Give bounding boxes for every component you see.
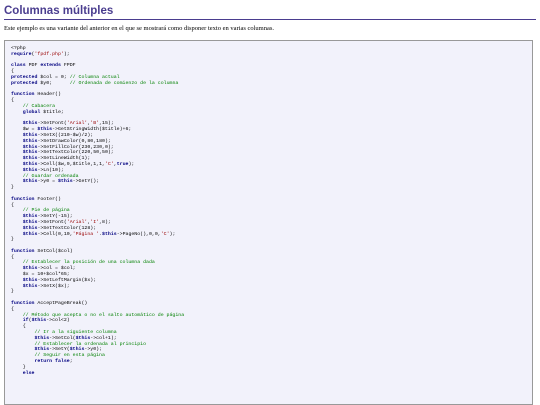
code-line: $this->SetTextColor(128);: [22, 225, 97, 231]
code-line: class PDF extends FPDF: [11, 63, 76, 69]
title-divider: [4, 19, 536, 20]
code-line: return false;: [34, 359, 73, 365]
intro-text: Este ejemplo es una variante del anterio…: [4, 25, 275, 32]
code-line: $this->Cell(0,10,'Página '.$this->PageNo…: [22, 231, 176, 237]
code-line: {: [22, 324, 26, 330]
code-line: // Seguir en esta página: [34, 353, 105, 359]
code-line: }: [11, 185, 14, 191]
code-line: $this->SetFont('Arial','B',15);: [22, 121, 114, 127]
code-line: // Método que acepta o no el salto autom…: [22, 312, 185, 318]
code-line: else: [22, 370, 35, 376]
code-line: function Header(): [11, 92, 61, 98]
code-line: $this->Cell($w,9,$title,1,1,'C',true);: [22, 161, 135, 167]
code-line: $this->SetY(-15);: [22, 214, 73, 220]
code-line: // Establecer la ordenada al principio: [34, 341, 147, 347]
code-line: require('fpdf.php');: [11, 51, 70, 57]
code-line: // Guardar ordenada: [22, 173, 79, 179]
code-line: if($this->col<2): [22, 318, 70, 324]
code-line: global $title;: [22, 109, 64, 115]
code-line: $w = $this->GetStringWidth($title)+6;: [11, 127, 132, 133]
code-line: function SetCol($col): [11, 248, 73, 254]
page-content: Columnas múltiples Este ejemplo es una v…: [0, 0, 540, 33]
code-line: <?php: [11, 46, 26, 51]
code-line: function Footer(): [11, 196, 61, 202]
code-line: // Ir a la siguiente columna: [34, 330, 117, 336]
code-line: // Cabacera: [22, 103, 56, 109]
code-line: $this->Ln(10);: [22, 167, 64, 173]
code-line: $this->SetFillColor(230,230,0);: [22, 144, 114, 150]
code-block: <?php require('fpdf.php'); class PDF ext…: [4, 40, 533, 405]
code-line: {: [11, 306, 14, 312]
code-line: protected $col = 0; // Columna actual: [11, 74, 120, 80]
page-title: Columnas múltiples: [4, 5, 114, 17]
code-line: }: [11, 289, 14, 295]
code-line: $x = 10+$col*65;: [22, 272, 70, 278]
code-line: $this->SetLineWidth(1);: [22, 156, 91, 162]
code-line: {: [11, 202, 14, 208]
code-line: protected $y0; // Ordenada de comienzo d…: [11, 80, 179, 86]
code-line: // Pie de página: [22, 208, 70, 214]
code-line: function AcceptPageBreak(): [11, 301, 88, 307]
code-line: // Establecer la posición de una columna…: [22, 260, 155, 266]
code-line: $this->SetLeftMargin($x);: [22, 277, 97, 283]
code-line: $this->SetY($this->y0);: [34, 347, 103, 353]
code-listing: <?php require('fpdf.php'); class PDF ext…: [11, 46, 526, 376]
code-line: {: [11, 69, 14, 75]
code-line: $this->SetDrawColor(0,80,180);: [22, 138, 111, 144]
code-line: {: [11, 254, 14, 260]
code-line: $this->SetX((210-$w)/2);: [22, 132, 94, 138]
code-line: $this->SetFont('Arial','I',8);: [22, 219, 111, 225]
code-line: $this->y0 = $this->GetY();: [22, 179, 100, 185]
code-line: $this->col = $col;: [22, 266, 76, 272]
code-line: }: [11, 237, 14, 243]
code-line: $this->SetX($x);: [22, 283, 70, 289]
code-line: $this->SetTextColor(220,50,50);: [22, 150, 114, 156]
code-line: $this->SetCol($this->col+1);: [34, 335, 117, 341]
code-line: }: [22, 364, 26, 370]
code-line: {: [11, 98, 14, 104]
